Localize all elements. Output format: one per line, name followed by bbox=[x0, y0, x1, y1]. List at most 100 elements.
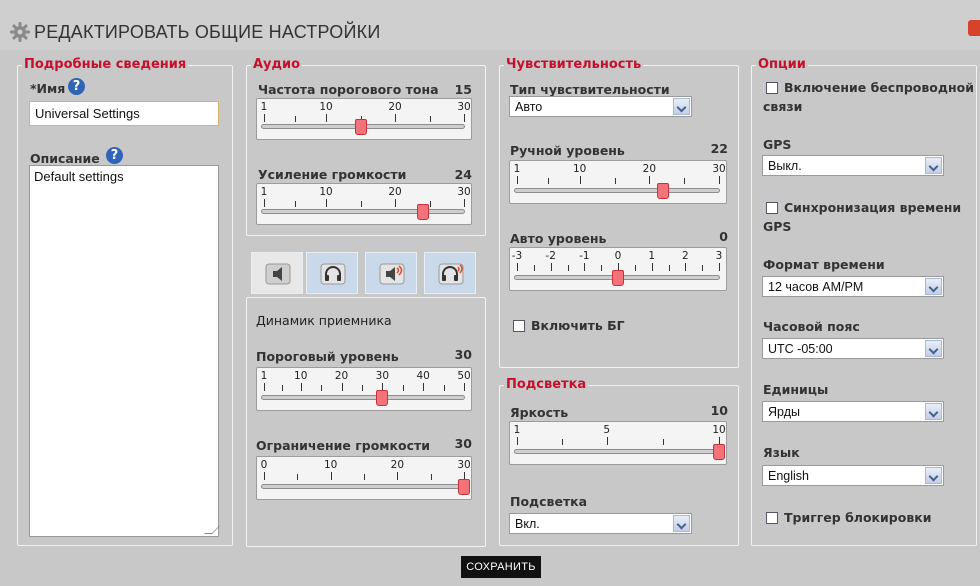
tick-label: 10 bbox=[573, 163, 587, 175]
bg-checkbox[interactable] bbox=[513, 320, 525, 332]
tick-label: 1 bbox=[513, 163, 521, 175]
slider-thumb[interactable] bbox=[417, 204, 429, 220]
auto-level-value: 0 bbox=[719, 229, 728, 244]
tab-speaker[interactable] bbox=[251, 252, 303, 294]
tick-mark bbox=[635, 265, 636, 271]
tick-mark bbox=[684, 178, 685, 184]
tick-mark bbox=[517, 263, 518, 271]
backlight-label: Подсветка bbox=[510, 494, 588, 509]
tick-mark bbox=[430, 201, 431, 207]
options-legend: Опции bbox=[758, 57, 806, 72]
tick-mark bbox=[264, 472, 265, 480]
tick-mark bbox=[430, 116, 431, 122]
tick-label: 10 bbox=[712, 424, 726, 436]
units-select[interactable]: Ярды bbox=[762, 401, 944, 422]
slider-thumb[interactable] bbox=[657, 183, 669, 199]
wireless-checkbox[interactable] bbox=[766, 82, 778, 94]
chevron-down-icon bbox=[925, 340, 942, 357]
tick-label: 2 bbox=[681, 250, 689, 262]
settings-panel: РЕДАКТИРОВАТЬ ОБЩИЕ НАСТРОЙКИ Подробные … bbox=[0, 0, 980, 586]
sensitivity-type-label: Тип чувствительности bbox=[510, 82, 670, 97]
name-label: *Имя bbox=[30, 81, 66, 96]
timezone-value: UTC -05:00 bbox=[768, 342, 833, 356]
gps-sync-checkbox[interactable] bbox=[766, 202, 778, 214]
chevron-down-icon bbox=[673, 515, 690, 532]
volume-gain-slider[interactable]: 1 10 20 30 bbox=[256, 183, 472, 225]
tab-headphones[interactable] bbox=[306, 252, 358, 294]
slider-thumb[interactable] bbox=[458, 479, 470, 495]
page-title: РЕДАКТИРОВАТЬ ОБЩИЕ НАСТРОЙКИ bbox=[34, 22, 381, 42]
backlight-select[interactable]: Вкл. bbox=[509, 513, 692, 534]
manual-level-value: 22 bbox=[710, 141, 728, 156]
manual-level-slider[interactable]: 1 10 20 30 bbox=[509, 160, 727, 204]
tick-label: 0 bbox=[260, 459, 268, 471]
tick-mark bbox=[362, 385, 363, 391]
threshold-tone-value: 15 bbox=[454, 82, 472, 97]
close-icon[interactable] bbox=[968, 20, 980, 36]
gps-label: GPS bbox=[763, 137, 792, 152]
tick-mark bbox=[607, 437, 608, 445]
lock-trigger-checkbox[interactable] bbox=[766, 512, 778, 524]
lock-trigger-label: Триггер блокировки bbox=[784, 510, 932, 525]
help-icon[interactable]: ? bbox=[68, 78, 85, 95]
tick-label: 10 bbox=[294, 370, 308, 382]
threshold-tone-slider[interactable]: 1 10 20 30 bbox=[256, 98, 472, 140]
tick-label: 1 bbox=[260, 101, 268, 113]
tab-speaker-wireless[interactable] bbox=[365, 252, 417, 294]
tab-headphones-wireless[interactable] bbox=[424, 252, 476, 294]
slider-thumb[interactable] bbox=[376, 390, 388, 406]
tick-mark bbox=[295, 201, 296, 207]
headphones-icon bbox=[320, 263, 346, 285]
title-bar: РЕДАКТИРОВАТЬ ОБЩИЕ НАСТРОЙКИ bbox=[0, 0, 980, 50]
tick-mark bbox=[395, 199, 396, 207]
slider-thumb[interactable] bbox=[612, 270, 624, 286]
volume-limit-slider[interactable]: 0 10 20 30 bbox=[256, 456, 472, 500]
tick-label: 30 bbox=[457, 459, 471, 471]
tick-label: 3 bbox=[715, 250, 723, 262]
help-icon[interactable]: ? bbox=[106, 147, 123, 164]
threshold-level-slider[interactable]: 1 10 20 30 40 50 bbox=[256, 367, 472, 411]
threshold-tone-label: Частота порогового тона bbox=[258, 82, 439, 97]
gps-value: Выкл. bbox=[768, 159, 802, 173]
tick-mark bbox=[601, 265, 602, 271]
slider-thumb[interactable] bbox=[355, 119, 367, 135]
resize-grip-icon[interactable] bbox=[204, 526, 220, 534]
tick-mark bbox=[282, 385, 283, 391]
timezone-select[interactable]: UTC -05:00 bbox=[762, 338, 944, 359]
tick-mark bbox=[264, 114, 265, 122]
slider-thumb[interactable] bbox=[713, 444, 725, 460]
slider-track[interactable] bbox=[261, 484, 465, 489]
tick-label: -3 bbox=[511, 250, 523, 262]
description-textarea[interactable]: Default settings bbox=[29, 165, 220, 537]
gear-icon bbox=[10, 22, 30, 42]
wireless-label-line2: связи bbox=[763, 99, 803, 114]
gps-select[interactable]: Выкл. bbox=[762, 155, 944, 176]
slider-track[interactable] bbox=[514, 449, 720, 454]
language-select[interactable]: English bbox=[762, 465, 944, 486]
backlight-value: Вкл. bbox=[515, 517, 540, 531]
tick-mark bbox=[423, 383, 424, 391]
tick-label: 20 bbox=[334, 370, 349, 382]
headphones-wireless-icon bbox=[438, 263, 464, 285]
slider-track[interactable] bbox=[261, 209, 465, 214]
backlight-legend: Подсветка bbox=[506, 377, 587, 392]
tick-mark bbox=[685, 263, 686, 271]
tick-mark bbox=[364, 474, 365, 480]
slider-track[interactable] bbox=[514, 188, 720, 193]
save-button[interactable]: СОХРАНИТЬ bbox=[461, 556, 541, 578]
name-input[interactable]: Universal Settings bbox=[29, 101, 219, 126]
slider-track[interactable] bbox=[261, 395, 465, 400]
tick-mark bbox=[669, 265, 670, 271]
tick-mark bbox=[464, 114, 465, 122]
threshold-level-value: 30 bbox=[454, 347, 472, 362]
chevron-down-icon bbox=[925, 278, 942, 295]
tick-label: 1 bbox=[260, 186, 268, 198]
time-format-select[interactable]: 12 часов AM/PM bbox=[762, 276, 944, 297]
volume-limit-value: 30 bbox=[454, 436, 472, 451]
tick-mark bbox=[719, 263, 720, 271]
brightness-slider[interactable]: 1 5 10 bbox=[509, 421, 727, 465]
auto-level-label: Авто уровень bbox=[510, 231, 607, 246]
sensitivity-type-select[interactable]: Авто bbox=[509, 96, 692, 117]
auto-level-slider[interactable]: -3 -2 -1 0 1 2 3 bbox=[509, 247, 727, 291]
details-legend: Подробные сведения bbox=[24, 57, 187, 72]
